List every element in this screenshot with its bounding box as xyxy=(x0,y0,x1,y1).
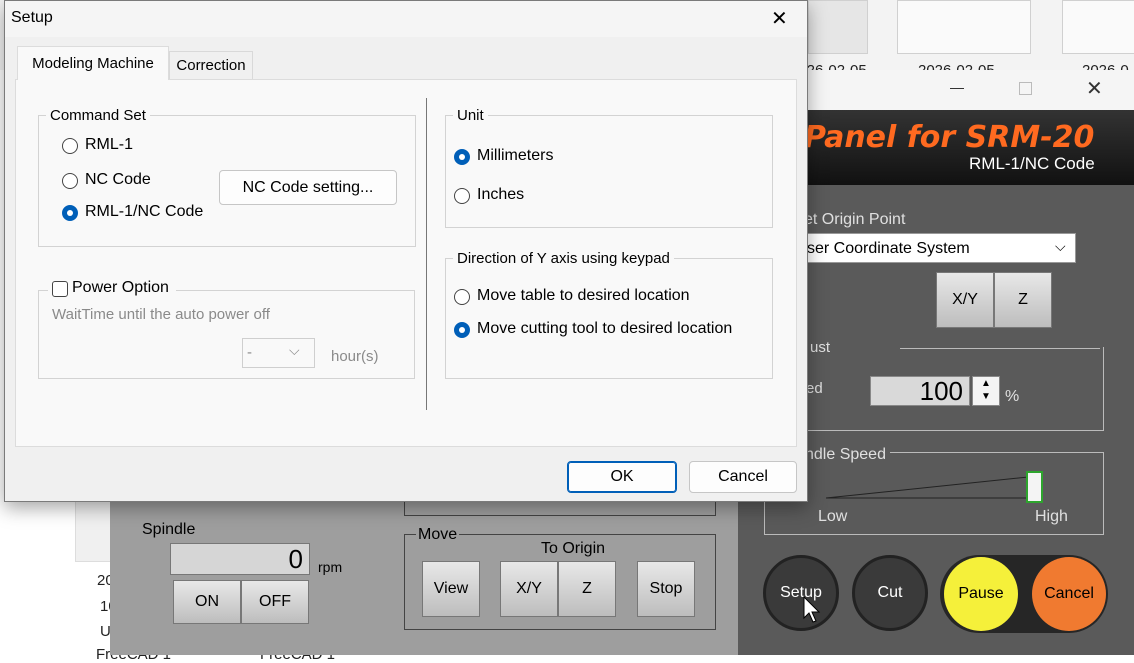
option-label: Inches xyxy=(477,186,525,203)
option-label: Move table to desired location xyxy=(477,287,690,304)
cancel-op-button[interactable]: Cancel xyxy=(1032,557,1106,631)
cut-button[interactable]: Cut xyxy=(852,555,928,631)
radio-rml1-nc-code[interactable] xyxy=(62,205,78,221)
radio-rml1[interactable] xyxy=(62,138,78,154)
stop-button[interactable]: Stop xyxy=(637,561,695,617)
spindle-speed-slider[interactable] xyxy=(820,470,1050,504)
tab-correction[interactable]: Correction xyxy=(169,51,253,79)
chevron-down-icon: ⌵ xyxy=(289,342,300,358)
wait-time-select[interactable]: - ⌵ xyxy=(242,338,315,368)
close-icon[interactable]: ✕ xyxy=(1086,76,1103,101)
move-origin-xy-button[interactable]: X/Y xyxy=(500,561,558,617)
spindle-label: Spindle xyxy=(142,521,196,538)
radio-move-table[interactable] xyxy=(454,289,470,305)
origin-z-button[interactable]: Z xyxy=(994,272,1052,328)
coordinate-system-value: ser Coordinate System xyxy=(807,240,970,257)
adjust-label: ust xyxy=(810,339,831,356)
mouse-cursor-icon xyxy=(803,596,821,623)
spindle-rpm-unit: rpm xyxy=(318,559,343,575)
divider xyxy=(426,98,427,410)
speed-unit: % xyxy=(1005,388,1020,405)
chevron-down-icon: ⌵ xyxy=(1055,238,1066,254)
file-thumbnail[interactable] xyxy=(897,0,1031,54)
minimize-icon[interactable] xyxy=(950,88,964,89)
move-origin-z-button[interactable]: Z xyxy=(558,561,616,617)
hours-unit-label: hour(s) xyxy=(331,348,379,365)
radio-millimeters[interactable] xyxy=(454,149,470,165)
unit-group xyxy=(445,115,773,228)
origin-xy-button[interactable]: X/Y xyxy=(936,272,994,328)
spindle-off-button[interactable]: OFF xyxy=(241,580,309,624)
unit-label: Unit xyxy=(453,107,488,124)
spindle-high-label: High xyxy=(1035,508,1068,525)
option-label: RML-1/NC Code xyxy=(85,203,204,220)
power-option-label: Power Option xyxy=(72,279,169,296)
pause-button[interactable]: Pause xyxy=(944,557,1018,631)
spindle-rpm-display: 0 xyxy=(170,543,310,575)
setup-button[interactable]: Setup xyxy=(763,555,839,631)
tab-modeling-machine[interactable]: Modeling Machine xyxy=(17,46,169,80)
move-label: Move xyxy=(416,526,460,544)
coordinate-system-select[interactable]: ser Coordinate System ⌵ xyxy=(800,233,1076,263)
vpanel-logo: Panel for SRM-20 xyxy=(804,120,1095,155)
slider-thumb[interactable] xyxy=(1026,471,1043,503)
wait-time-value: - xyxy=(247,344,252,361)
spindle-speed-label: ndle Speed xyxy=(805,446,890,464)
power-option-group xyxy=(38,290,415,379)
spindle-on-button[interactable]: ON xyxy=(173,580,241,624)
option-label: Move cutting tool to desired location xyxy=(477,320,733,337)
power-option-checkbox[interactable] xyxy=(52,281,68,297)
view-button[interactable]: View xyxy=(422,561,480,617)
vpanel-titlebar: ✕ xyxy=(800,70,1134,110)
radio-move-cutting-tool[interactable] xyxy=(454,322,470,338)
speed-label: ed xyxy=(806,380,823,397)
divider xyxy=(900,348,1100,349)
spindle-low-label: Low xyxy=(818,508,848,525)
dialog-title: Setup xyxy=(11,9,53,26)
cancel-button[interactable]: Cancel xyxy=(689,461,797,493)
setup-dialog: Setup ✕ Modeling Machine Correction Comm… xyxy=(4,0,808,502)
option-label: NC Code xyxy=(85,171,151,188)
option-label: RML-1 xyxy=(85,136,134,153)
slider-track xyxy=(825,475,1039,499)
dialog-titlebar: Setup ✕ xyxy=(5,1,807,37)
group-frame-fragment xyxy=(404,502,716,516)
y-direction-label: Direction of Y axis using keypad xyxy=(453,250,674,267)
command-set-label: Command Set xyxy=(46,107,150,124)
option-label: Millimeters xyxy=(477,147,554,164)
ok-button[interactable]: OK xyxy=(567,461,677,493)
speed-stepper[interactable]: ▲ ▼ xyxy=(972,376,1000,406)
wait-time-label: WaitTime until the auto power off xyxy=(52,306,270,323)
close-icon[interactable]: ✕ xyxy=(771,6,788,31)
maximize-icon xyxy=(1019,82,1032,95)
radio-nc-code[interactable] xyxy=(62,173,78,189)
file-thumbnail[interactable] xyxy=(808,0,868,54)
y-direction-group xyxy=(445,258,773,379)
tab-panel: Command Set RML-1 NC Code RML-1/NC Code … xyxy=(15,79,797,447)
file-thumbnail[interactable] xyxy=(1062,0,1134,54)
vpanel-subtitle: RML-1/NC Code xyxy=(969,154,1095,173)
to-origin-label: To Origin xyxy=(541,540,606,557)
set-origin-label: et Origin Point xyxy=(804,211,906,228)
radio-inches[interactable] xyxy=(454,188,470,204)
nc-code-setting-button[interactable]: NC Code setting... xyxy=(219,170,397,205)
speed-input[interactable]: 100 xyxy=(870,376,970,406)
